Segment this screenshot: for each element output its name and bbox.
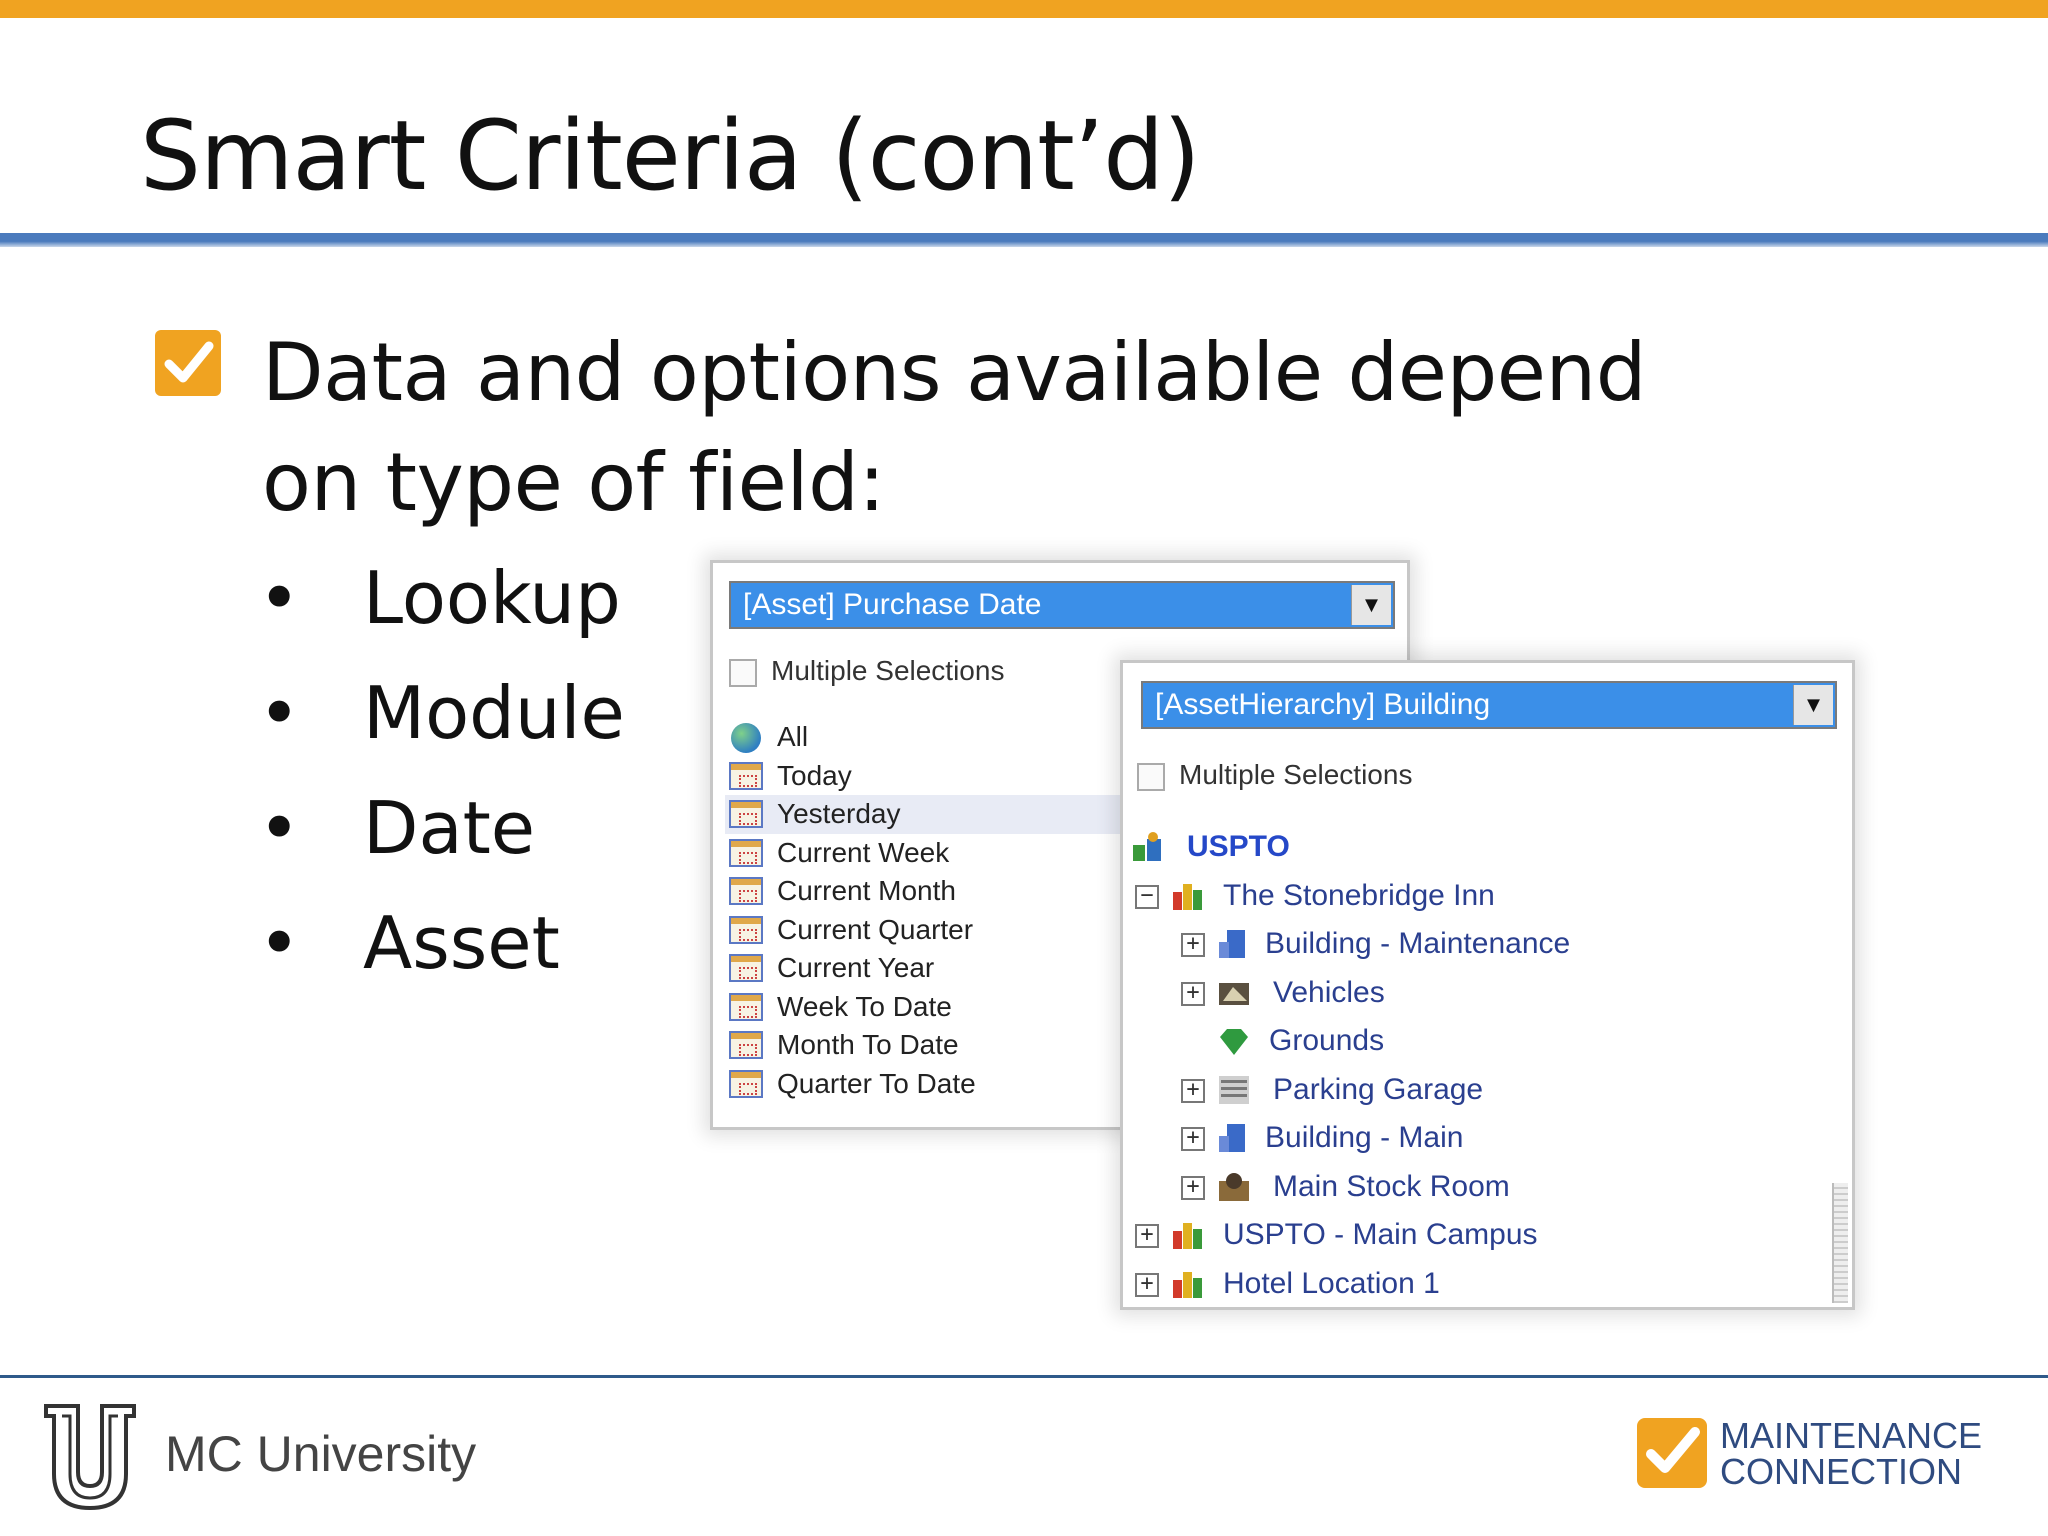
date-option-label: Quarter To Date	[777, 1067, 976, 1099]
tree-node-main-stock-room[interactable]: + Main Stock Room	[1131, 1163, 1851, 1212]
slide-title: Smart Criteria (cont’d)	[140, 100, 1201, 212]
expand-icon[interactable]: +	[1181, 981, 1205, 1006]
date-option-label: Current Quarter	[777, 913, 974, 945]
list-item-label: Module	[363, 671, 625, 755]
stockroom-icon	[1219, 1172, 1249, 1201]
footer-divider	[0, 1375, 2048, 1378]
bullet-dot: •	[258, 556, 301, 640]
multiple-selections-toggle[interactable]: Multiple Selections	[729, 655, 1004, 687]
building-icon	[1219, 1124, 1245, 1152]
expand-icon[interactable]: +	[1135, 1224, 1159, 1248]
calendar-icon	[729, 838, 763, 867]
calendar-icon	[729, 954, 763, 982]
campus-icon	[1173, 1223, 1202, 1249]
maintenance-connection-logo-icon	[1637, 1418, 1707, 1488]
grounds-icon	[1220, 1029, 1248, 1055]
tree-node-vehicles[interactable]: + Vehicles	[1131, 969, 1851, 1018]
multiple-selections-label: Multiple Selections	[771, 655, 1005, 686]
list-item-label: Lookup	[363, 556, 621, 640]
tree-node-building-maintenance[interactable]: + Building - Maintenance	[1131, 920, 1851, 969]
calendar-icon	[729, 800, 763, 828]
asset-field-select[interactable]: [AssetHierarchy] Building ▼	[1141, 681, 1837, 729]
asset-tree: USPTO − The Stonebridge Inn + Building -…	[1131, 823, 1851, 1308]
date-option-label: Current Month	[777, 875, 956, 906]
footer-brand-text: MC University	[165, 1426, 477, 1482]
expand-icon[interactable]: +	[1135, 1272, 1159, 1297]
calendar-icon	[729, 992, 763, 1021]
org-root-icon	[1133, 832, 1161, 861]
calendar-icon	[729, 1069, 763, 1098]
tree-node-building-main[interactable]: + Building - Main	[1131, 1114, 1851, 1163]
multiple-selections-checkbox[interactable]	[1137, 762, 1165, 791]
list-item-label: Date	[363, 786, 536, 870]
tree-node-parking-garage[interactable]: + Parking Garage	[1131, 1066, 1851, 1115]
multiple-selections-checkbox[interactable]	[729, 658, 757, 687]
scrollbar[interactable]	[1832, 1183, 1848, 1303]
garage-icon	[1219, 1075, 1249, 1104]
main-bullet-text: Data and options available depend on typ…	[262, 326, 1646, 529]
building-icon	[1219, 930, 1245, 958]
expand-icon[interactable]: +	[1181, 1127, 1205, 1151]
tree-node-hotel-location-1[interactable]: + Hotel Location 1	[1131, 1260, 1851, 1308]
calendar-icon	[729, 761, 763, 790]
top-accent-bar	[0, 0, 2048, 18]
expand-icon[interactable]: +	[1181, 1078, 1205, 1103]
multiple-selections-toggle[interactable]: Multiple Selections	[1137, 759, 1412, 791]
asset-criteria-panel: [AssetHierarchy] Building ▼ Multiple Sel…	[1120, 660, 1855, 1310]
university-u-logo-icon	[44, 1404, 136, 1511]
tree-node-label: Main Stock Room	[1273, 1169, 1510, 1203]
expand-icon[interactable]: +	[1181, 933, 1205, 957]
bullet-dot: •	[258, 671, 301, 755]
expand-icon[interactable]: +	[1181, 1175, 1205, 1200]
date-option-label: Week To Date	[777, 990, 952, 1022]
globe-icon	[731, 723, 761, 753]
bullet-dot: •	[258, 901, 301, 985]
chevron-down-icon[interactable]: ▼	[1351, 585, 1391, 625]
vehicle-icon	[1219, 982, 1249, 1005]
calendar-icon	[729, 1031, 763, 1059]
date-option-label: Today	[777, 759, 852, 791]
tree-node-uspto-main-campus[interactable]: + USPTO - Main Campus	[1131, 1211, 1851, 1260]
tree-node-uspto[interactable]: USPTO	[1131, 823, 1851, 872]
date-option-label: Current Week	[777, 836, 950, 868]
date-option-label: Yesterday	[777, 798, 901, 829]
title-divider	[0, 233, 2048, 247]
collapse-icon[interactable]: −	[1135, 884, 1159, 909]
tree-node-label: The Stonebridge Inn	[1223, 878, 1495, 912]
date-field-select[interactable]: [Asset] Purchase Date ▼	[729, 581, 1395, 629]
campus-icon	[1173, 883, 1202, 910]
tree-node-label: Parking Garage	[1273, 1072, 1484, 1106]
maintenance-connection-wordmark: MAINTENANCE CONNECTION	[1720, 1418, 1982, 1490]
tree-node-label: Vehicles	[1273, 975, 1385, 1009]
multiple-selections-label: Multiple Selections	[1179, 759, 1413, 790]
date-field-select-value: [Asset] Purchase Date	[743, 588, 1042, 621]
bullet-dot: •	[258, 786, 301, 870]
date-option-label: Current Year	[777, 952, 935, 983]
wordmark-line-2: CONNECTION	[1720, 1451, 1962, 1492]
date-option-label: All	[777, 721, 809, 752]
tree-node-stonebridge-inn[interactable]: − The Stonebridge Inn	[1131, 872, 1851, 921]
tree-node-label: USPTO - Main Campus	[1223, 1218, 1538, 1251]
chevron-down-icon[interactable]: ▼	[1793, 685, 1833, 725]
tree-node-label: Hotel Location 1	[1223, 1266, 1440, 1300]
calendar-icon	[729, 877, 763, 905]
tree-node-label: Building - Main	[1265, 1121, 1464, 1154]
tree-node-grounds[interactable]: Grounds	[1131, 1017, 1851, 1066]
tree-node-label: USPTO	[1187, 830, 1290, 863]
asset-field-select-value: [AssetHierarchy] Building	[1155, 688, 1491, 721]
campus-icon	[1173, 1271, 1202, 1298]
tree-node-label: Building - Maintenance	[1265, 927, 1571, 960]
calendar-icon	[729, 915, 763, 944]
checkbox-bullet-icon	[155, 330, 221, 396]
date-option-label: Month To Date	[777, 1029, 959, 1060]
tree-node-label: Grounds	[1269, 1024, 1385, 1057]
wordmark-line-1: MAINTENANCE	[1720, 1415, 1983, 1456]
list-item-label: Asset	[363, 901, 560, 985]
